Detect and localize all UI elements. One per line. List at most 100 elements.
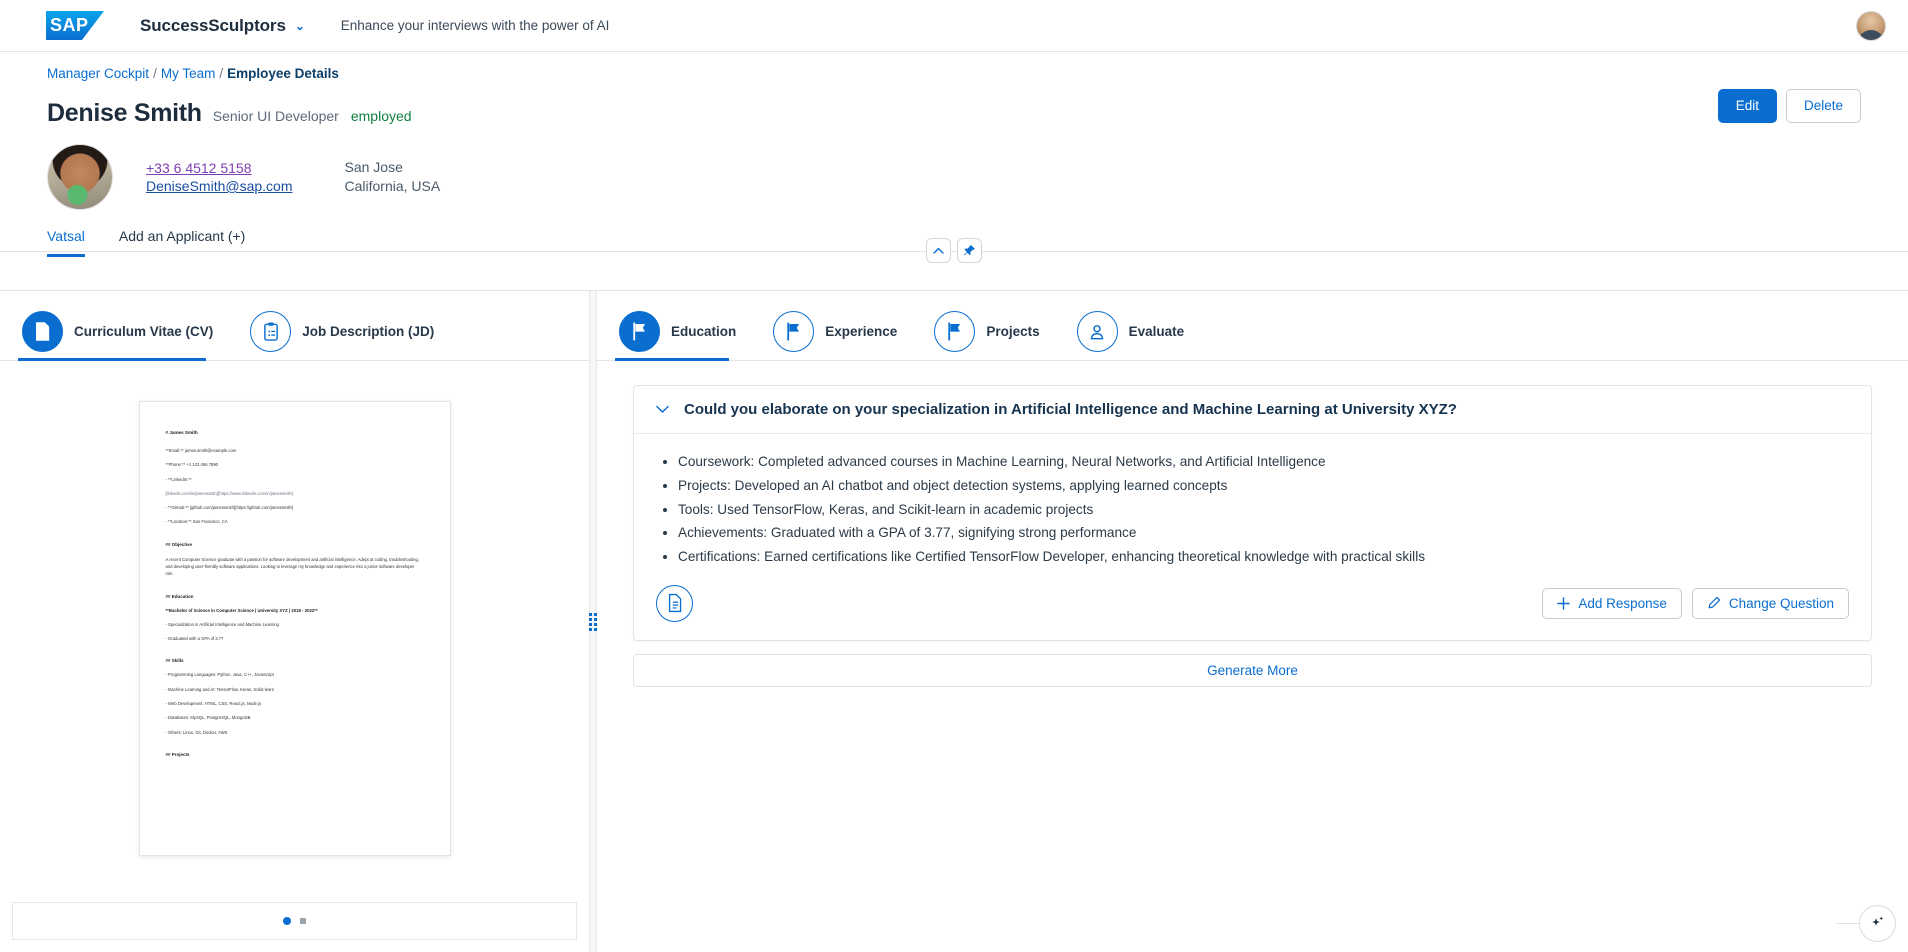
cv-projects-heading: ## Projects: [165, 751, 190, 757]
question-footer-actions: Add Response Change Question: [1542, 587, 1849, 619]
cv-name: # James Smith: [165, 430, 198, 435]
person-icon: [1076, 311, 1118, 352]
pagination-dot-1[interactable]: [283, 917, 291, 925]
employee-region: California, USA: [344, 178, 441, 194]
cv-education-degree: **Bachelor of Science in Computer Scienc…: [165, 607, 318, 613]
chevron-down-icon[interactable]: ⌄: [295, 19, 305, 33]
ai-sparkle-button[interactable]: [1859, 905, 1896, 942]
cv-github: - **GitHub:** [github.com/jamessmith](ht…: [165, 505, 294, 511]
delete-button[interactable]: Delete: [1785, 89, 1861, 123]
list-item: Coursework: Completed advanced courses i…: [678, 450, 1849, 474]
cv-skills-line-5: - Others: Linux, Git, Docker, AWS: [165, 729, 228, 735]
splitter-grip-icon: [589, 612, 597, 631]
breadcrumb: Manager Cockpit / My Team / Employee Details: [0, 52, 1908, 81]
question-text: Could you elaborate on your specializati…: [684, 401, 1457, 418]
tab-label: Experience: [825, 324, 898, 339]
cv-objective-text: A recent Computer Science graduate with …: [165, 556, 420, 577]
employee-role: Senior UI Developer: [212, 108, 339, 124]
change-question-button[interactable]: Change Question: [1691, 587, 1849, 619]
user-avatar[interactable]: [1856, 10, 1886, 41]
cv-skills-line-1: - Programming Languages: Python, Java, C…: [165, 672, 274, 678]
shell-bar: SAP SuccessSculptors ⌄ Enhance your inter…: [0, 0, 1908, 52]
title-actions: Edit Delete: [1717, 89, 1861, 123]
status-badge: employed: [350, 108, 412, 124]
breadcrumb-separator: /: [153, 66, 157, 81]
email-link[interactable]: DeniseSmith@sap.com: [146, 178, 293, 194]
document-icon: [22, 311, 63, 352]
page-content: Manager Cockpit / My Team / Employee Details…: [0, 52, 1908, 952]
pencil-icon: [1708, 597, 1721, 609]
change-question-label: Change Question: [1728, 595, 1834, 611]
page-title: Denise Smith: [47, 99, 202, 127]
breadcrumb-separator: /: [219, 66, 224, 81]
pane-splitter[interactable]: [589, 291, 597, 952]
cv-skills-line-3: - Web Development: HTML, CSS, React.js, …: [165, 701, 262, 706]
tab-curriculum-vitae[interactable]: Curriculum Vitae (CV): [10, 303, 238, 361]
ai-sparkle-icon: [1872, 916, 1884, 926]
chevron-up-icon: [933, 247, 944, 254]
chevron-down-icon[interactable]: [656, 403, 669, 416]
title-row: Denise Smith Senior UI Developer employe…: [0, 81, 1908, 128]
sap-logo-text: SAP: [50, 15, 89, 35]
collapse-header-button[interactable]: [926, 238, 951, 263]
tab-applicant-vatsal[interactable]: Vatsal: [47, 228, 85, 257]
right-icon-tabbar: Education Experience Projects Evaluate: [597, 291, 1908, 361]
app-subtitle: Enhance your interviews with the power o…: [340, 18, 610, 33]
tab-projects[interactable]: Projects: [922, 303, 1064, 360]
cv-skills-line-4: - Databases: MySQL, PostgreSQL, MongoDB: [165, 715, 251, 721]
contact-row: +33 6 4512 5158 DeniseSmith@sap.com San …: [0, 128, 1908, 210]
add-response-label: Add Response: [1578, 595, 1667, 611]
cv-objective-heading: ## Objective: [165, 541, 193, 547]
plus-icon: [1557, 597, 1571, 610]
cv-linkedin-label: - **LinkedIn:**: [165, 476, 192, 482]
list-item: Tools: Used TensorFlow, Keras, and Sciki…: [678, 498, 1849, 522]
tab-add-applicant[interactable]: Add an Applicant (+): [119, 228, 245, 257]
pagination-dot-2[interactable]: [300, 918, 306, 924]
applicant-tabs: Vatsal Add an Applicant (+): [0, 210, 1908, 257]
tab-label: Projects: [986, 324, 1040, 339]
cv-education-heading: ## Education: [165, 593, 194, 599]
cv-skills-line-2: - Machine Learning and AI: TensorFlow, K…: [165, 686, 275, 692]
flag-icon: [619, 311, 660, 352]
breadcrumb-item-my-team[interactable]: My Team: [161, 66, 216, 81]
cv-education-line-2: - Graduated with a GPA of 3.77: [165, 636, 224, 642]
tab-label: Curriculum Vitae (CV): [74, 324, 214, 339]
cv-document-page[interactable]: # James Smith **Email:** james.smith@exa…: [138, 401, 451, 856]
tab-label: Job Description (JD): [302, 324, 435, 339]
breadcrumb-current: Employee Details: [227, 66, 339, 81]
tab-job-description[interactable]: Job Description (JD): [238, 303, 459, 360]
cv-location: - **Location:** San Francisco, CA: [165, 519, 228, 525]
app-title: SuccessSculptors ⌄: [140, 16, 305, 36]
contact-links: +33 6 4512 5158 DeniseSmith@sap.com: [146, 160, 293, 194]
generate-more-button[interactable]: Generate More: [633, 653, 1872, 687]
divider: [1837, 923, 1859, 924]
tab-label: Evaluate: [1128, 324, 1185, 339]
shell-bar-right: [1856, 10, 1886, 41]
tab-label: Education: [671, 324, 737, 339]
tab-education[interactable]: Education: [607, 303, 761, 361]
app-title-text: SuccessSculptors: [140, 15, 286, 35]
left-icon-tabbar: Curriculum Vitae (CV) Job Description (J…: [0, 291, 589, 361]
phone-link[interactable]: +33 6 4512 5158: [146, 160, 293, 176]
tab-evaluate[interactable]: Evaluate: [1065, 303, 1210, 360]
breadcrumb-item-manager-cockpit[interactable]: Manager Cockpit: [47, 66, 149, 81]
flag-icon: [773, 311, 815, 352]
pin-header-button[interactable]: [957, 238, 982, 263]
document-summary-icon-button[interactable]: [656, 584, 693, 622]
qa-scroll-area: Could you elaborate on your specializati…: [597, 361, 1908, 952]
cv-education-line-1: - Specialization in Artificial Intellige…: [165, 621, 279, 627]
edit-button[interactable]: Edit: [1717, 89, 1777, 123]
question-card: Could you elaborate on your specializati…: [633, 385, 1872, 641]
employee-photo: [47, 144, 113, 210]
employee-location: San Jose California, USA: [345, 158, 441, 196]
left-pane: Curriculum Vitae (CV) Job Description (J…: [0, 291, 589, 952]
tab-experience[interactable]: Experience: [761, 303, 922, 360]
right-pane: Education Experience Projects Evaluate C…: [597, 291, 1908, 952]
question-header[interactable]: Could you elaborate on your specializati…: [634, 386, 1871, 434]
split-panels: Curriculum Vitae (CV) Job Description (J…: [0, 290, 1908, 952]
cv-email: **Email:** james.smith@example.com: [165, 448, 237, 453]
list-item: Certifications: Earned certifications li…: [678, 545, 1849, 569]
question-footer: Add Response Change Question: [634, 573, 1871, 640]
add-response-button[interactable]: Add Response: [1542, 587, 1682, 619]
sap-logo[interactable]: SAP: [46, 11, 104, 40]
